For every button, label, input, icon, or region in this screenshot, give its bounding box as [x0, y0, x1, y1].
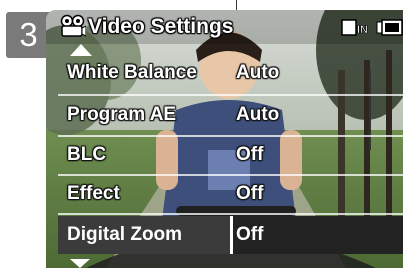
camera-screen: Video Settings IN White Balance Auto Pro… [46, 10, 403, 268]
menu-item-label: Program AE [67, 104, 177, 125]
battery-icon [376, 19, 403, 36]
menu-item-digital-zoom[interactable]: Digital Zoom Off [58, 216, 403, 254]
menu-item-effect[interactable]: Effect Off [58, 177, 403, 213]
divider [58, 135, 403, 137]
menu-item-label: Effect [67, 183, 120, 204]
screen-header: Video Settings IN [46, 10, 403, 44]
menu-item-value: Off [236, 183, 264, 204]
menu-item-blc[interactable]: BLC Off [58, 138, 403, 174]
menu-item-value: Off [236, 224, 264, 245]
menu-item-value: Off [236, 144, 264, 165]
video-camera-icon [60, 14, 86, 37]
divider [58, 94, 403, 96]
divider [58, 174, 403, 176]
menu-item-white-balance[interactable]: White Balance Auto [58, 56, 403, 92]
divider [58, 213, 403, 215]
svg-text:IN: IN [357, 24, 368, 36]
step-number-tab: 3 [6, 12, 50, 58]
menu-item-label: White Balance [67, 62, 197, 83]
memory-in-icon: IN [341, 19, 368, 36]
menu-item-value: Auto [236, 104, 280, 125]
menu-item-program-ae[interactable]: Program AE Auto [58, 98, 403, 134]
leader-line [236, 0, 237, 10]
menu-item-label: Digital Zoom [67, 224, 183, 245]
menu-item-label: BLC [67, 144, 107, 165]
scroll-down-icon[interactable] [70, 259, 90, 268]
screen-title: Video Settings [88, 15, 234, 38]
scroll-up-icon[interactable] [70, 44, 92, 56]
menu-item-value: Auto [236, 62, 280, 83]
